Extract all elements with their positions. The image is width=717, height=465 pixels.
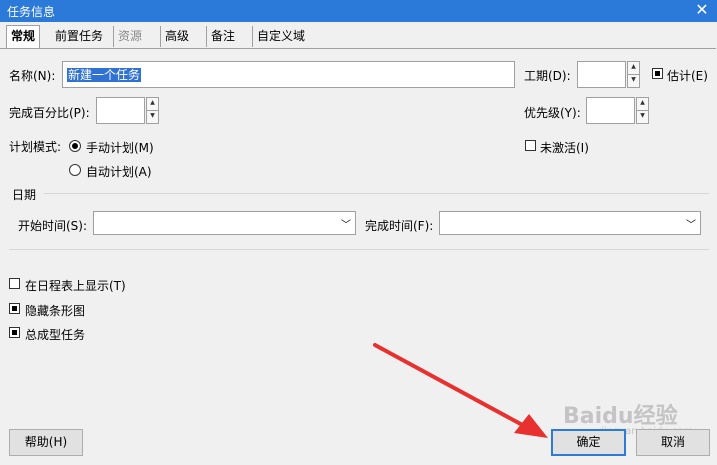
annotation-arrow [373, 343, 548, 438]
arrow-head [514, 414, 548, 438]
arrow-shaft [373, 343, 530, 430]
